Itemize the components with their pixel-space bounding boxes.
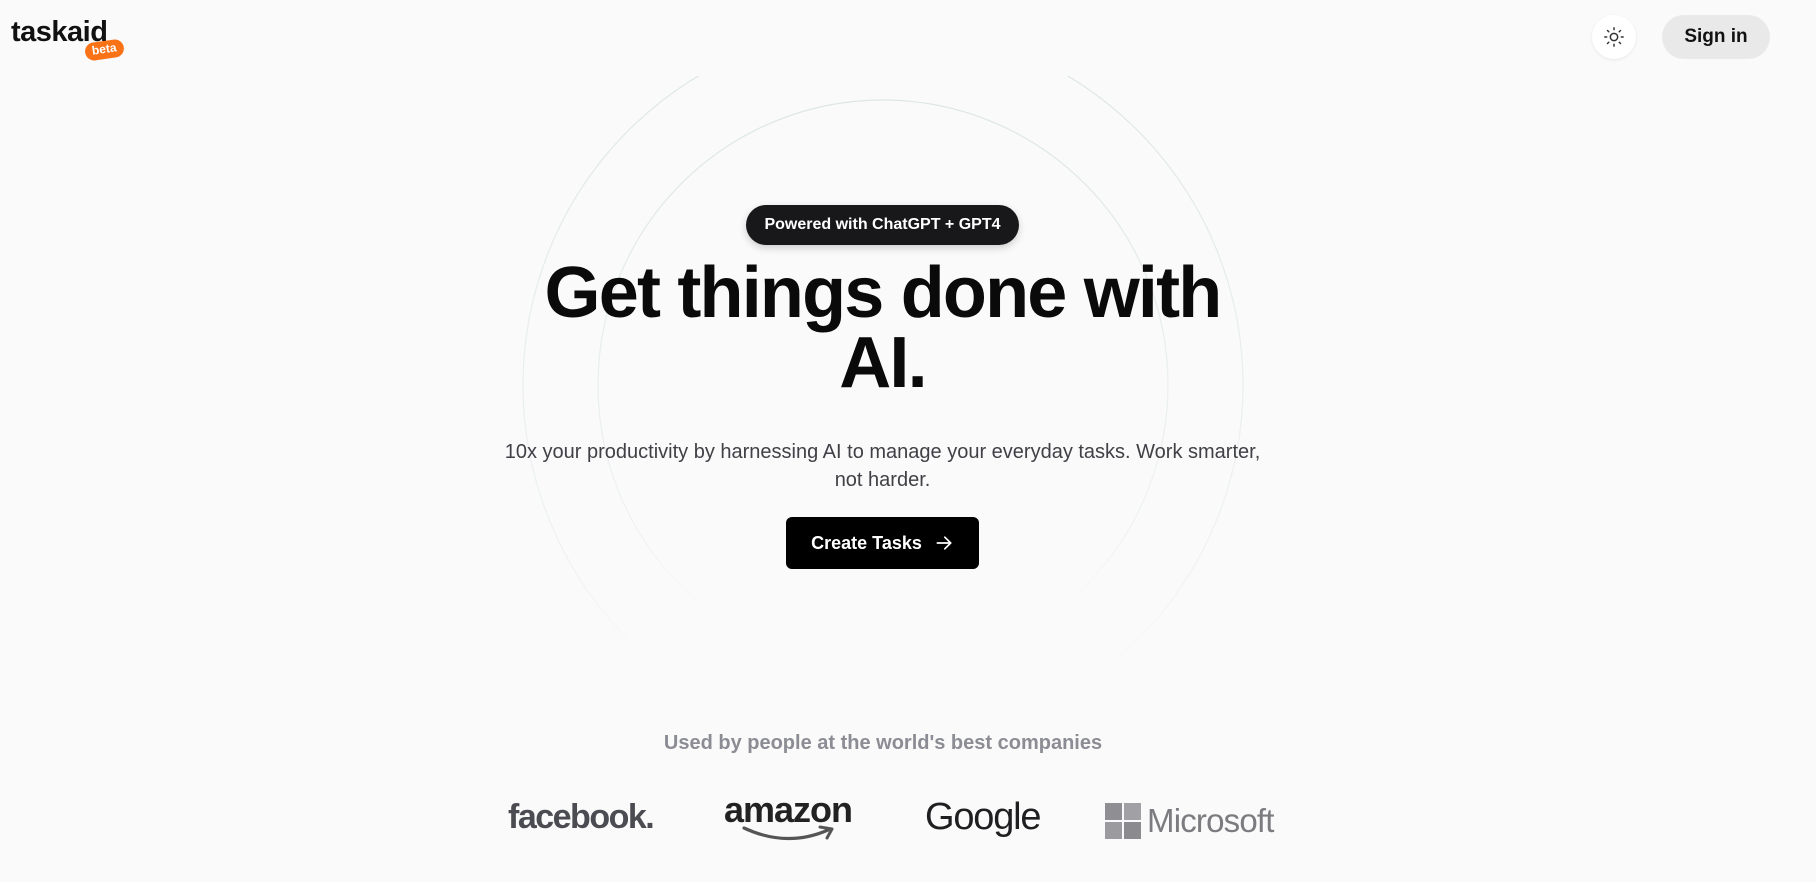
arrow-right-icon [936, 536, 952, 550]
hero-headline: Get things done with AI. [480, 257, 1285, 399]
sun-icon [1604, 27, 1624, 47]
facebook-logo: facebook. [508, 798, 655, 836]
hero-subtext: 10x your productivity by harnessing AI t… [504, 441, 1261, 491]
microsoft-wordmark: Microsoft [1147, 802, 1274, 839]
google-logo: Google [925, 796, 1042, 838]
sign-in-button[interactable]: Sign in [1662, 15, 1770, 59]
taskaid-logo[interactable]: taskaid beta [11, 14, 125, 62]
amazon-smile-icon [742, 825, 834, 841]
companies-heading: Used by people at the world's best compa… [663, 732, 1103, 754]
headline-line-1: Get things done with [544, 253, 1223, 333]
microsoft-logo: Microsoft [1105, 803, 1274, 839]
create-tasks-label: Create Tasks [811, 532, 922, 553]
powered-by-pill: Powered with ChatGPT + GPT4 [746, 205, 1019, 245]
create-tasks-button[interactable]: Create Tasks [786, 517, 979, 569]
landing-page: taskaid beta Sign in Powered with ChatGP… [0, 0, 1816, 882]
amazon-logo: amazon [724, 790, 864, 844]
headline-line-2: AI. [839, 323, 927, 403]
microsoft-squares-icon [1105, 803, 1141, 839]
theme-toggle-button[interactable] [1592, 15, 1636, 59]
